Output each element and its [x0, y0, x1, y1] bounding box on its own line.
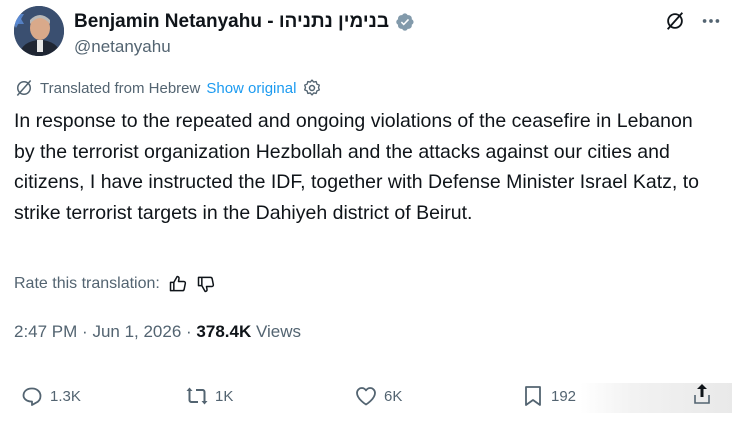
more-icon[interactable]	[700, 10, 722, 32]
show-original-link[interactable]: Show original	[206, 80, 296, 97]
tweet-header: Benjamin Netanyahu - בנימין נתניהו @neta…	[14, 6, 724, 60]
repost-button[interactable]: 1K	[185, 384, 233, 408]
meta-separator: ·	[82, 322, 93, 341]
bookmark-count: 192	[551, 387, 577, 405]
translated-label: Translated from Hebrew	[40, 79, 201, 97]
gear-icon[interactable]	[302, 78, 322, 98]
tweet-text: In response to the repeated and ongoing …	[14, 110, 699, 224]
translation-bar: Translated from Hebrew Show original	[14, 78, 322, 98]
like-count: 6K	[384, 387, 403, 405]
tweet-time[interactable]: 2:47 PM	[14, 322, 77, 341]
repost-icon	[186, 387, 208, 405]
verified-badge-icon	[396, 13, 414, 31]
avatar[interactable]	[14, 6, 64, 56]
views-label: Views	[255, 322, 302, 341]
bookmark-button[interactable]: 192	[521, 384, 576, 408]
reply-count: 1.3K	[50, 387, 81, 405]
tweet-date[interactable]: Jun 1, 2026	[92, 322, 181, 341]
rate-label: Rate this translation:	[14, 275, 160, 292]
like-icon	[356, 387, 376, 406]
handle[interactable]: @netanyahu	[74, 37, 171, 57]
like-button[interactable]: 6K	[354, 384, 402, 408]
meta-separator: ·	[186, 322, 197, 341]
share-icon[interactable]	[692, 382, 712, 406]
thumbs-down-icon[interactable]	[196, 274, 216, 294]
tweet-meta: 2:47 PM · Jun 1, 2026 · 378.4K Views	[14, 322, 301, 342]
thumbs-up-icon[interactable]	[168, 274, 188, 294]
repost-count: 1K	[215, 387, 234, 405]
rate-translation: Rate this translation:	[14, 274, 216, 294]
reply-icon	[22, 387, 42, 406]
bookmark-icon	[525, 386, 541, 406]
reply-button[interactable]: 1.3K	[20, 384, 81, 408]
views-count: 378.4K	[196, 322, 252, 341]
display-name[interactable]: Benjamin Netanyahu - בנימין נתניהו	[74, 11, 389, 33]
grok-icon[interactable]	[664, 10, 686, 32]
translate-icon	[16, 80, 32, 96]
